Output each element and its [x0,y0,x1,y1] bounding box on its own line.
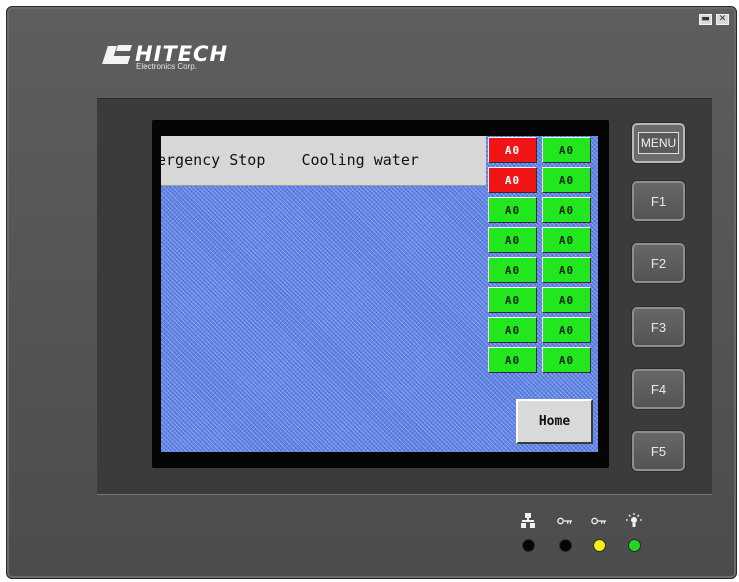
f1-key[interactable]: F1 [632,181,685,221]
indicator-6-1: A0 [488,287,537,313]
menu-key-label: MENU [637,132,680,154]
hmi-screen: ergency Stop Cooling water A0 A0 A0 A0 A0 A0 A… [161,136,598,452]
key2-led [592,539,606,552]
brand-logo: HITECH Electronics Corp. [102,42,228,71]
home-button[interactable]: Home [516,399,593,444]
menu-key[interactable]: MENU [632,123,685,163]
minimize-button[interactable]: ▬ [699,14,712,25]
indicator-3-1: A0 [488,197,537,223]
network-led [521,539,535,552]
light-led [627,539,641,552]
logo-icon [102,42,133,66]
f5-key[interactable]: F5 [632,431,685,471]
status-light [626,512,642,552]
indicator-5-1: A0 [488,257,537,283]
indicator-7-1: A0 [488,317,537,343]
indicator-6-2: A0 [542,287,591,313]
indicator-4-1: A0 [488,227,537,253]
indicator-1-1: A0 [488,137,537,163]
indicator-8-1: A0 [488,347,537,373]
light-icon [626,512,642,530]
f4-key[interactable]: F4 [632,369,685,409]
f3-key[interactable]: F3 [632,307,685,347]
status-network [520,512,536,552]
indicator-1-2: A0 [542,137,591,163]
key-icon [557,512,573,530]
indicator-5-2: A0 [542,257,591,283]
key-icon [591,512,607,530]
status-key2 [591,512,607,552]
indicator-7-2: A0 [542,317,591,343]
indicator-3-2: A0 [542,197,591,223]
indicator-8-2: A0 [542,347,591,373]
indicator-4-2: A0 [542,227,591,253]
network-icon [520,512,536,530]
alarm-marquee: ergency Stop Cooling water [161,136,486,186]
status-key1 [557,512,573,552]
indicator-2-2: A0 [542,167,591,193]
window-controls: ▬ ✕ [699,14,729,25]
indicator-2-1: A0 [488,167,537,193]
alarm-text: ergency Stop Cooling water [161,151,419,169]
f2-key[interactable]: F2 [632,243,685,283]
key1-led [558,539,572,552]
close-button[interactable]: ✕ [716,14,729,25]
